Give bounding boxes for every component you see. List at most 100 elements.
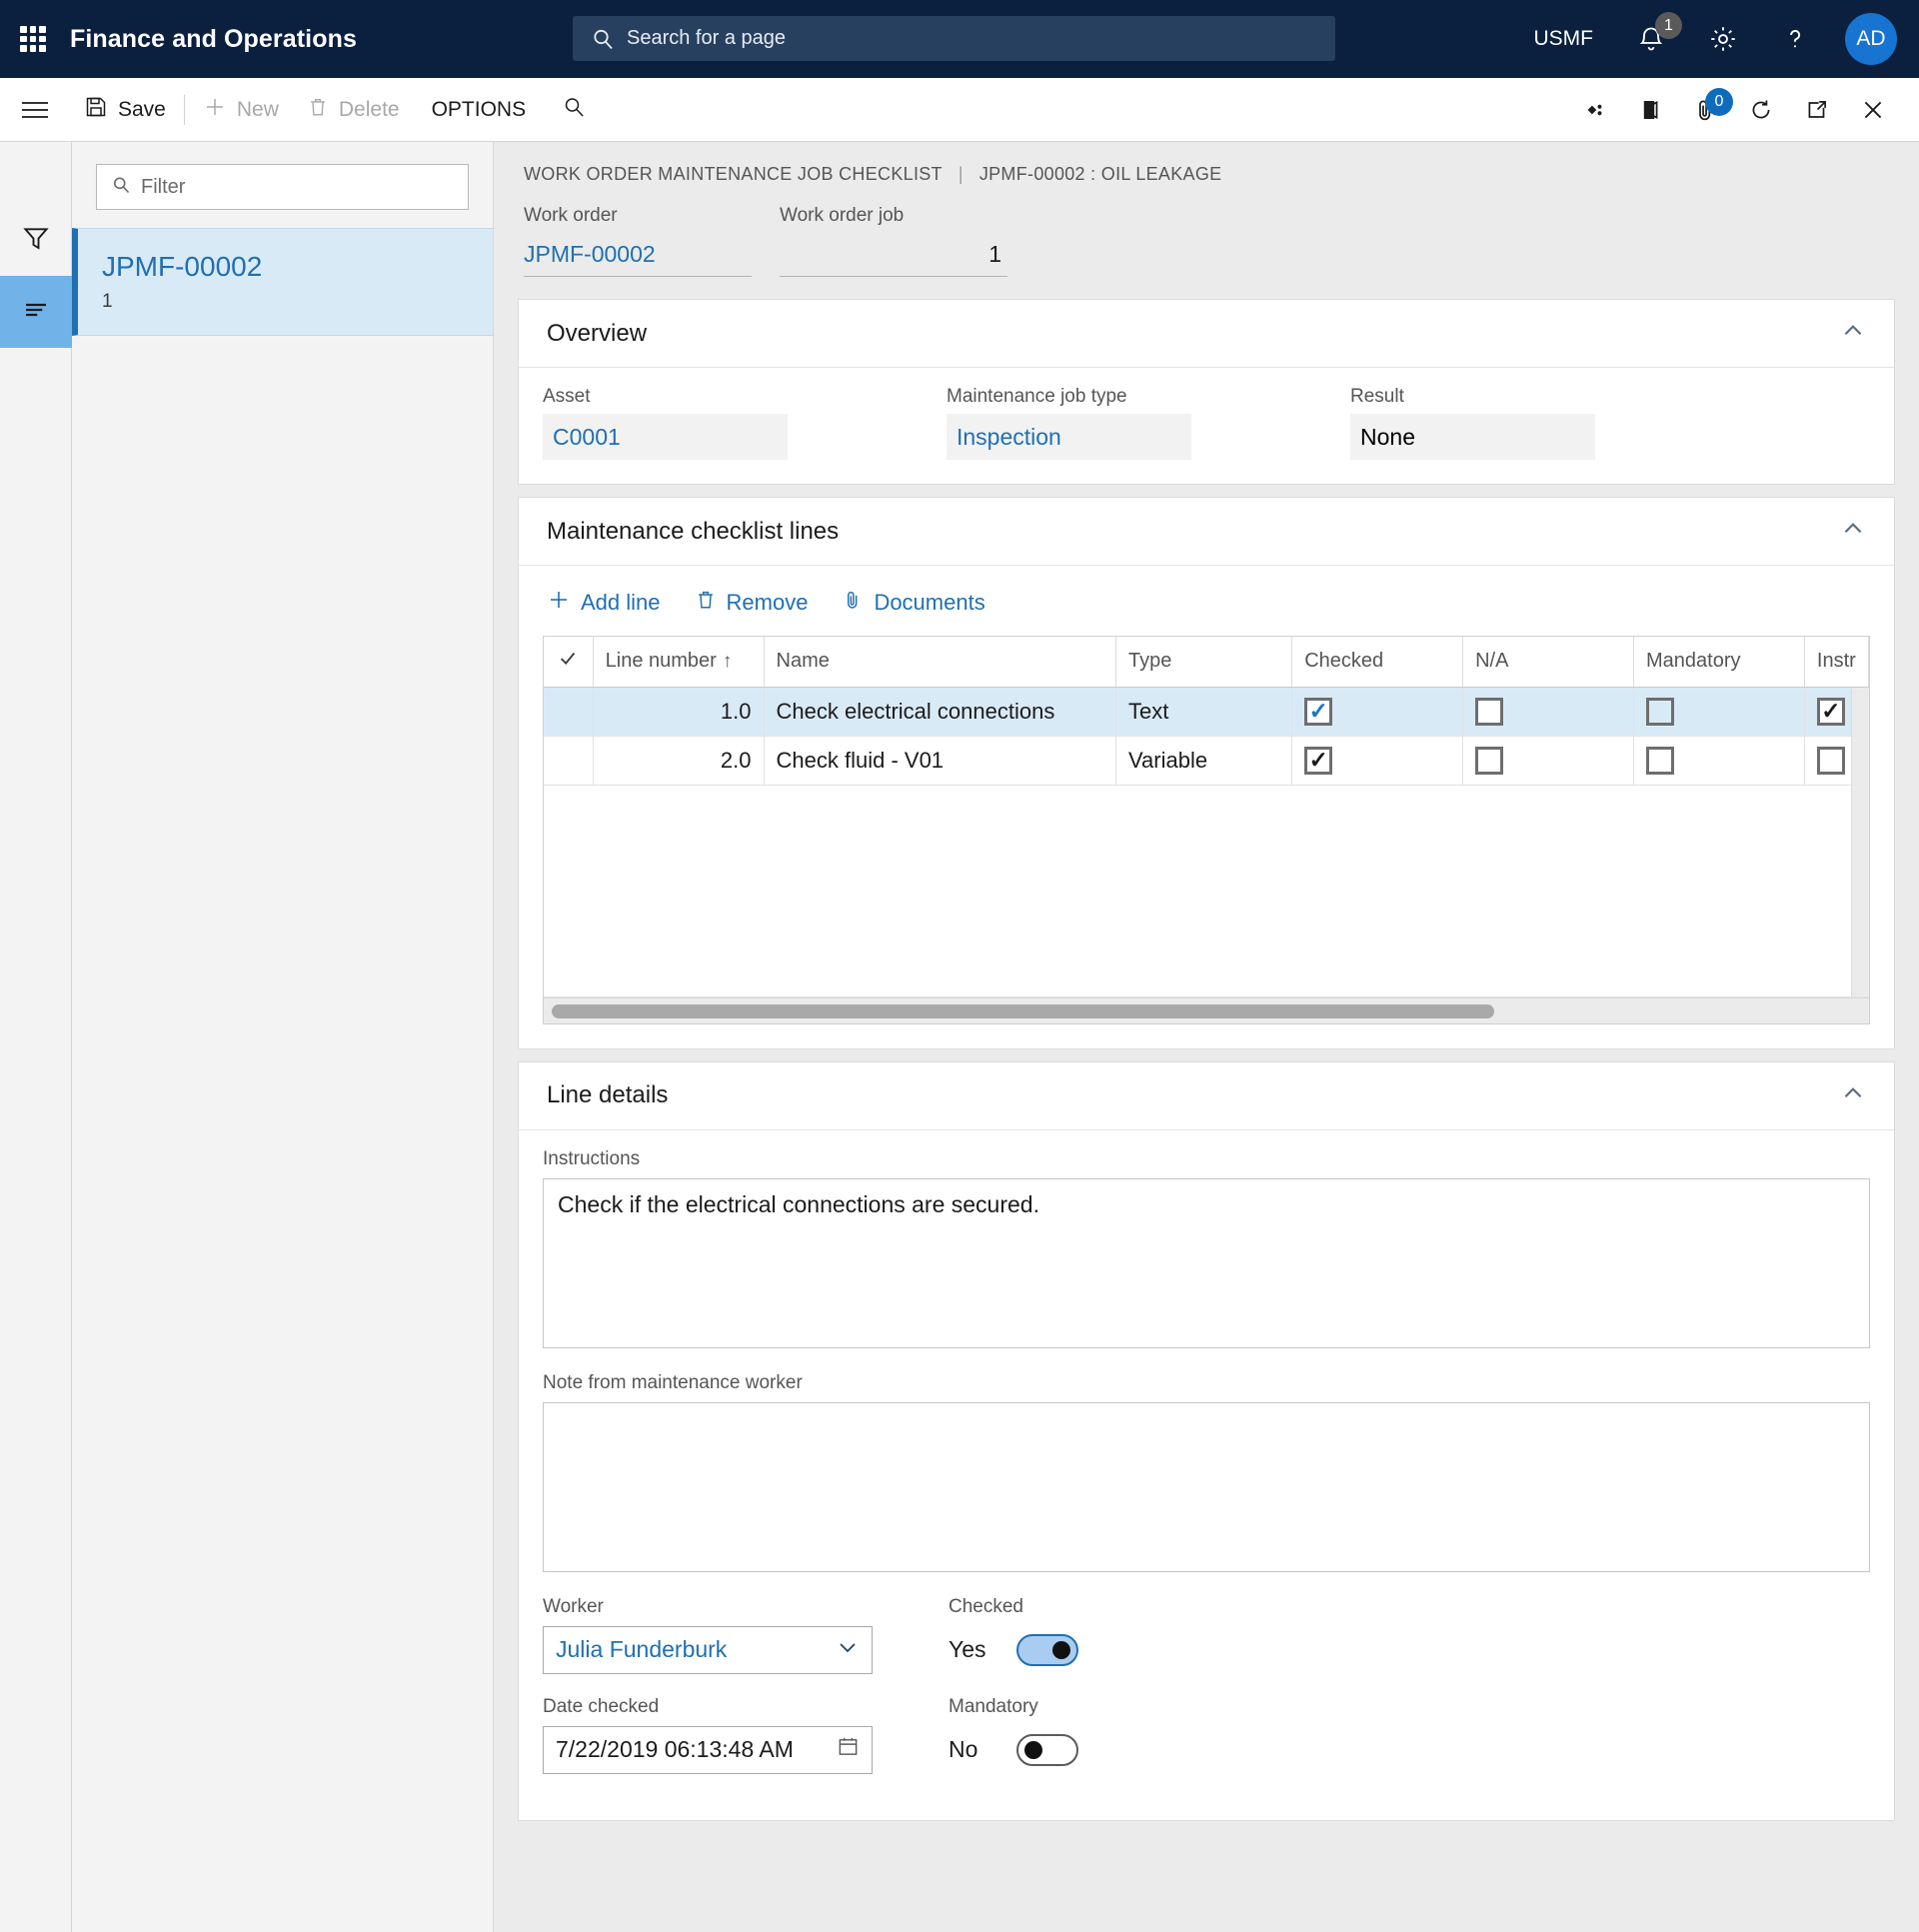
settings-button[interactable] (1687, 0, 1759, 78)
documents-button[interactable]: Documents (842, 589, 985, 617)
row-select-cell[interactable] (544, 736, 594, 786)
checked-checkbox[interactable]: ✓ (1304, 697, 1333, 726)
work-order-job-value[interactable]: 1 (780, 233, 1007, 277)
maintenance-job-type-label: Maintenance job type (947, 386, 1127, 407)
filter-pane-button[interactable] (0, 204, 72, 276)
open-in-new-window-icon[interactable] (1789, 78, 1845, 142)
breadcrumb-page[interactable]: WORK ORDER MAINTENANCE JOB CHECKLIST (524, 164, 943, 185)
row-checked-cell[interactable]: ✓ (1291, 736, 1464, 786)
row-line-number[interactable]: 1.0 (593, 687, 765, 737)
instructions-textarea[interactable]: Check if the electrical connections are … (543, 1177, 1870, 1348)
type-column-header[interactable]: Type (1115, 637, 1293, 688)
checklist-body: Add line Remove Documents Line number ↑ … (519, 566, 1894, 1048)
list-item-subtitle: 1 (102, 291, 113, 312)
page-search-placeholder: Search for a page (627, 27, 786, 49)
instructions-checkbox[interactable]: ✓ (1816, 697, 1845, 726)
save-button[interactable]: Save (70, 86, 180, 134)
refresh-button[interactable] (1733, 78, 1789, 142)
row-na-cell[interactable] (1462, 736, 1634, 786)
checklist-section-header[interactable]: Maintenance checklist lines (519, 498, 1894, 566)
save-disk-icon (84, 95, 108, 125)
row-line-number[interactable]: 2.0 (593, 736, 765, 786)
power-apps-icon[interactable] (1565, 78, 1621, 142)
checked-toggle-label: Checked (949, 1595, 1023, 1617)
result-value[interactable]: None (1350, 414, 1595, 460)
options-menu-button[interactable]: OPTIONS (414, 86, 545, 134)
user-avatar[interactable]: AD (1845, 13, 1897, 65)
mandatory-column-header[interactable]: Mandatory (1633, 637, 1805, 688)
instructions-checkbox[interactable] (1816, 746, 1845, 775)
note-textarea[interactable] (543, 1401, 1870, 1572)
mandatory-checkbox[interactable] (1646, 746, 1674, 775)
list-pane-button[interactable] (0, 276, 72, 348)
grid-vertical-scrollbar[interactable] (1851, 688, 1869, 996)
checked-checkbox[interactable]: ✓ (1304, 746, 1333, 775)
delete-button[interactable]: Delete (293, 86, 414, 134)
action-pane-right-icons: 0 (1565, 78, 1901, 142)
asset-value[interactable]: C0001 (543, 414, 788, 460)
row-name[interactable]: Check electrical connections (764, 687, 1116, 737)
chevron-down-icon[interactable] (836, 1635, 860, 1665)
row-type[interactable]: Text (1115, 687, 1293, 737)
grid-horizontal-scroll-thumb[interactable] (552, 1003, 1495, 1018)
checkmark-icon (557, 652, 579, 675)
work-order-value[interactable]: JPMF-00002 (524, 233, 752, 277)
select-all-column-header[interactable] (544, 637, 594, 688)
chevron-up-icon[interactable] (1840, 318, 1866, 349)
help-button[interactable] (1759, 0, 1831, 78)
close-x-icon[interactable] (1845, 78, 1901, 142)
asset-label: Asset (543, 386, 591, 407)
company-selector[interactable]: USMF (1512, 27, 1616, 51)
add-line-button[interactable]: Add line (547, 588, 661, 618)
date-checked-input[interactable]: 7/22/2019 06:13:48 AM (543, 1725, 873, 1774)
row-mandatory-cell[interactable] (1633, 736, 1805, 786)
instructions-column-header[interactable]: Instr (1804, 637, 1870, 688)
row-checked-cell[interactable]: ✓ (1291, 687, 1464, 737)
mandatory-toggle-field: Mandatory No (949, 1696, 1078, 1774)
maintenance-job-type-value[interactable]: Inspection (947, 414, 1191, 460)
table-row[interactable]: 2.0 Check fluid - V01 Variable ✓ (544, 736, 1870, 786)
left-icon-rail (0, 142, 72, 1932)
office-icon[interactable] (1621, 78, 1677, 142)
list-item[interactable]: JPMF-00002 1 (72, 228, 493, 336)
checked-toggle[interactable] (1016, 1633, 1078, 1666)
attachments-button[interactable]: 0 (1677, 78, 1733, 142)
line-number-column-header[interactable]: Line number ↑ (593, 637, 765, 688)
find-button[interactable] (544, 86, 604, 134)
row-na-cell[interactable] (1462, 687, 1634, 737)
mandatory-checkbox[interactable] (1646, 697, 1674, 726)
remove-line-button[interactable]: Remove (695, 589, 808, 617)
checklist-table: Line number ↑ Name Type Checked N/A Manda… (544, 637, 1870, 786)
checked-toggle-state: Yes (949, 1636, 986, 1663)
attachment-count-badge: 0 (1705, 87, 1733, 116)
instructions-label: Instructions (543, 1147, 641, 1169)
row-select-cell[interactable] (544, 687, 594, 737)
calendar-icon[interactable] (837, 1735, 860, 1764)
row-name[interactable]: Check fluid - V01 (764, 736, 1116, 786)
row-mandatory-cell[interactable] (1633, 687, 1805, 737)
na-checkbox[interactable] (1475, 697, 1504, 726)
grid-horizontal-scrollbar[interactable] (544, 996, 1869, 1023)
table-header: Line number ↑ Name Type Checked N/A Manda… (544, 637, 1870, 688)
worker-dropdown[interactable]: Julia Funderburk (543, 1625, 873, 1674)
overview-section-header[interactable]: Overview (519, 300, 1894, 368)
hamburger-menu-icon[interactable] (0, 78, 70, 142)
plus-icon (203, 95, 227, 125)
page-search-input[interactable]: Search for a page (573, 16, 1335, 61)
chevron-up-icon[interactable] (1840, 1080, 1866, 1111)
name-column-header[interactable]: Name (764, 637, 1116, 688)
checked-column-header[interactable]: Checked (1291, 637, 1464, 688)
line-details-section-header[interactable]: Line details (519, 1062, 1894, 1130)
mandatory-toggle[interactable] (1016, 1733, 1078, 1766)
filter-input[interactable]: Filter (96, 164, 469, 210)
chevron-up-icon[interactable] (1840, 516, 1866, 547)
notifications-button[interactable]: 1 (1615, 0, 1687, 78)
na-column-header[interactable]: N/A (1462, 637, 1634, 688)
worker-field: Worker Julia Funderburk (543, 1596, 873, 1674)
row-type[interactable]: Variable (1115, 736, 1293, 786)
table-row[interactable]: 1.0 Check electrical connections Text ✓ (544, 687, 1870, 737)
top-bar-actions: USMF 1 AD (1512, 0, 1897, 78)
app-launcher-icon[interactable] (20, 26, 46, 52)
new-button[interactable]: New (189, 86, 293, 134)
na-checkbox[interactable] (1475, 746, 1504, 775)
